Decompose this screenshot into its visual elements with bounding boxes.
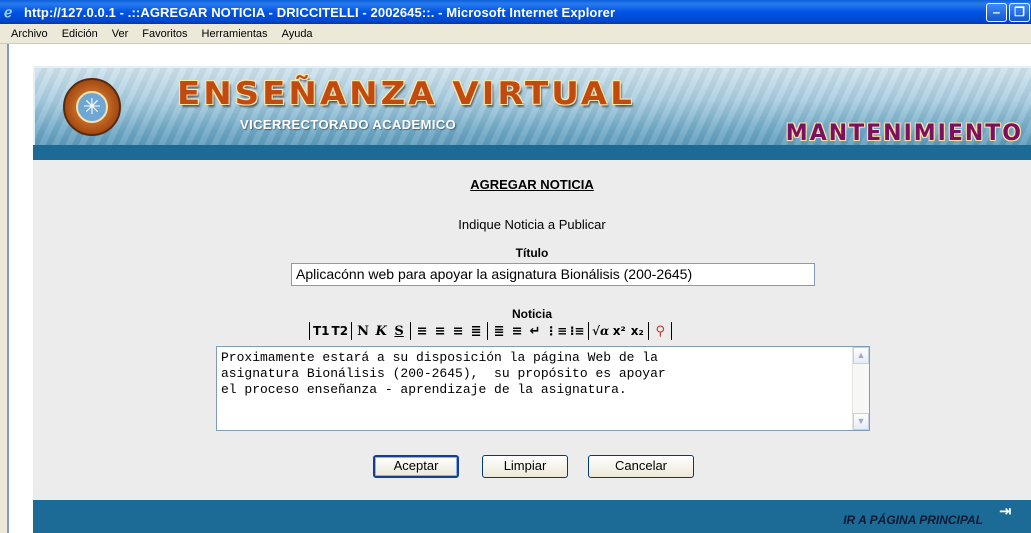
news-textarea[interactable]: Proximamente estará a su disposición la … bbox=[216, 346, 870, 431]
textarea-scrollbar[interactable]: ▲ ▼ bbox=[852, 347, 869, 430]
bullet-list-icon[interactable]: ⁝≡ bbox=[568, 322, 586, 340]
menu-edicion[interactable]: Edición bbox=[55, 28, 105, 40]
numbered-list-icon[interactable]: ⋮≡ bbox=[544, 322, 568, 340]
scroll-down-icon[interactable]: ▼ bbox=[853, 413, 869, 430]
align-left-icon[interactable]: ≡ bbox=[413, 322, 431, 340]
preview-magnifier-icon[interactable]: ⚲ bbox=[651, 322, 669, 340]
browser-window: ℯ http://127.0.0.1 - .::AGREGAR NOTICIA … bbox=[0, 0, 1031, 533]
underline-button[interactable]: S bbox=[390, 322, 408, 340]
line-break-icon[interactable]: ↵ bbox=[526, 322, 544, 340]
title-input[interactable]: Aplicacónn web para apoyar la asignatura… bbox=[291, 263, 815, 286]
ie-logo-icon: ℯ bbox=[4, 4, 13, 20]
news-label: Noticia bbox=[511, 307, 552, 321]
heading2-button[interactable]: T2 bbox=[331, 322, 350, 340]
form-area: AGREGAR NOTICIA Indique Noticia a Public… bbox=[33, 160, 1031, 500]
site-title: ENSEÑANZA VIRTUAL bbox=[177, 75, 635, 113]
sqrt-formula-icon[interactable]: √α bbox=[591, 322, 610, 340]
header-divider bbox=[33, 145, 1031, 160]
instruction-text: Indique Noticia a Publicar bbox=[458, 217, 606, 232]
menu-favoritos[interactable]: Favoritos bbox=[135, 28, 194, 40]
seal-emblem-icon: ✳ bbox=[76, 91, 108, 123]
clear-button[interactable]: Limpiar bbox=[482, 455, 568, 478]
news-text[interactable]: Proximamente estará a su disposición la … bbox=[221, 350, 843, 398]
university-seal-logo: ✳ bbox=[63, 78, 121, 136]
toolbar-separator bbox=[351, 322, 353, 340]
home-link[interactable]: IR A PÁGINA PRINCIPAL bbox=[843, 513, 983, 527]
restore-button[interactable]: ❐ bbox=[1009, 3, 1030, 22]
toolbar-separator bbox=[410, 322, 412, 340]
scroll-up-icon[interactable]: ▲ bbox=[853, 347, 869, 364]
window-title: http://127.0.0.1 - .::AGREGAR NOTICIA - … bbox=[24, 4, 616, 20]
section-title: MANTENIMIENTO bbox=[785, 121, 1023, 146]
menu-ver[interactable]: Ver bbox=[105, 28, 136, 40]
exit-door-icon[interactable]: ⇥ bbox=[999, 502, 1021, 520]
align-right-icon[interactable]: ≡ bbox=[449, 322, 467, 340]
toolbar-separator bbox=[648, 322, 650, 340]
title-label: Título bbox=[515, 246, 549, 260]
indent-icon[interactable]: ≣ bbox=[490, 322, 508, 340]
accept-button[interactable]: Aceptar bbox=[373, 455, 459, 478]
italic-button[interactable]: K bbox=[372, 322, 390, 340]
minimize-button[interactable]: ‒ bbox=[986, 3, 1007, 22]
site-subtitle: VICERRECTORADO ACADEMICO bbox=[240, 117, 457, 132]
toolbar-separator bbox=[671, 322, 673, 340]
cancel-button[interactable]: Cancelar bbox=[588, 455, 694, 478]
bold-button[interactable]: N bbox=[354, 322, 372, 340]
page-content: ✳ ENSEÑANZA VIRTUAL VICERRECTORADO ACADE… bbox=[9, 44, 1031, 533]
toolbar-separator bbox=[309, 322, 310, 340]
outdent-icon[interactable]: ≡ bbox=[508, 322, 526, 340]
toolbar-separator bbox=[588, 322, 590, 340]
heading1-button[interactable]: T1 bbox=[312, 322, 331, 340]
footer-bar: IR A PÁGINA PRINCIPAL ⇥ bbox=[33, 500, 1031, 533]
subscript-button[interactable]: x₂ bbox=[628, 322, 646, 340]
menu-bar: Archivo Edición Ver Favoritos Herramient… bbox=[0, 24, 1031, 44]
align-center-icon[interactable]: ≡ bbox=[431, 322, 449, 340]
menu-archivo[interactable]: Archivo bbox=[4, 28, 55, 40]
superscript-button[interactable]: x² bbox=[610, 322, 628, 340]
toolbar-separator bbox=[487, 322, 489, 340]
align-justify-icon[interactable]: ≣ bbox=[467, 322, 485, 340]
menu-herramientas[interactable]: Herramientas bbox=[195, 28, 275, 40]
editor-toolbar: T1 T2 N K S ≡ ≡ ≡ ≣ ≣ ≡ ↵ ⋮≡ ⁝≡ √α x² x₂… bbox=[307, 321, 674, 341]
menu-ayuda[interactable]: Ayuda bbox=[275, 28, 320, 40]
page-title: AGREGAR NOTICIA bbox=[470, 177, 594, 192]
title-bar: ℯ http://127.0.0.1 - .::AGREGAR NOTICIA … bbox=[0, 0, 1031, 24]
